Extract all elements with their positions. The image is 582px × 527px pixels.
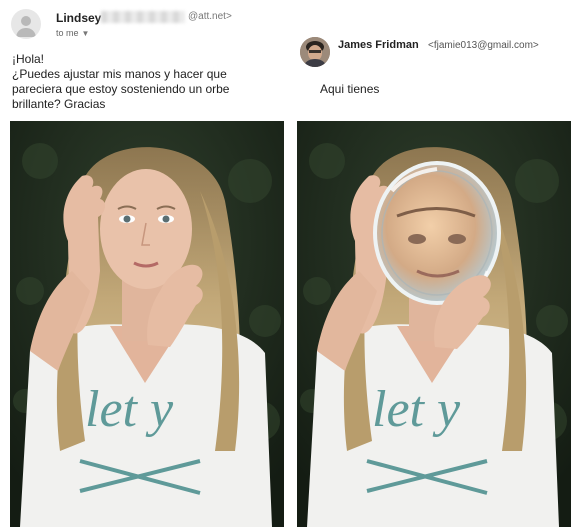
message-body: ¡Hola! ¿Puedes ajustar mis manos y hacer… [12, 52, 287, 112]
chevron-down-icon: ▼ [81, 29, 90, 38]
sender-email-domain: @att.net> [188, 11, 232, 22]
shirt-print: let y [372, 381, 461, 438]
recipient-label: to me [56, 28, 79, 38]
reply-avatar[interactable] [300, 37, 330, 67]
message-line: brillante? Gracias [12, 97, 106, 111]
person-icon [16, 16, 36, 37]
reply-message: Aqui tienes [320, 82, 380, 96]
sender-email-redacted [101, 11, 185, 23]
recipient-details-toggle[interactable]: to me ▼ [56, 28, 89, 38]
sender-avatar[interactable] [11, 9, 41, 39]
sender-name: Lindsey [56, 11, 102, 25]
edited-photo: let y [297, 121, 571, 527]
message-line: ¡Hola! [12, 52, 45, 66]
message-line: ¿Puedes ajustar mis manos y hacer que [12, 67, 227, 81]
profile-photo [300, 37, 330, 67]
original-photo: let y [10, 121, 284, 527]
reply-sender-name: James Fridman [338, 39, 419, 51]
shirt-print: let y [85, 381, 174, 438]
message-line: pareciera que estoy sosteniendo un orbe [12, 82, 230, 96]
portrait-with-orb-illustration: let y [297, 121, 571, 527]
portrait-illustration: let y [10, 121, 284, 527]
reply-sender-email: <fjamie013@gmail.com> [428, 40, 539, 51]
